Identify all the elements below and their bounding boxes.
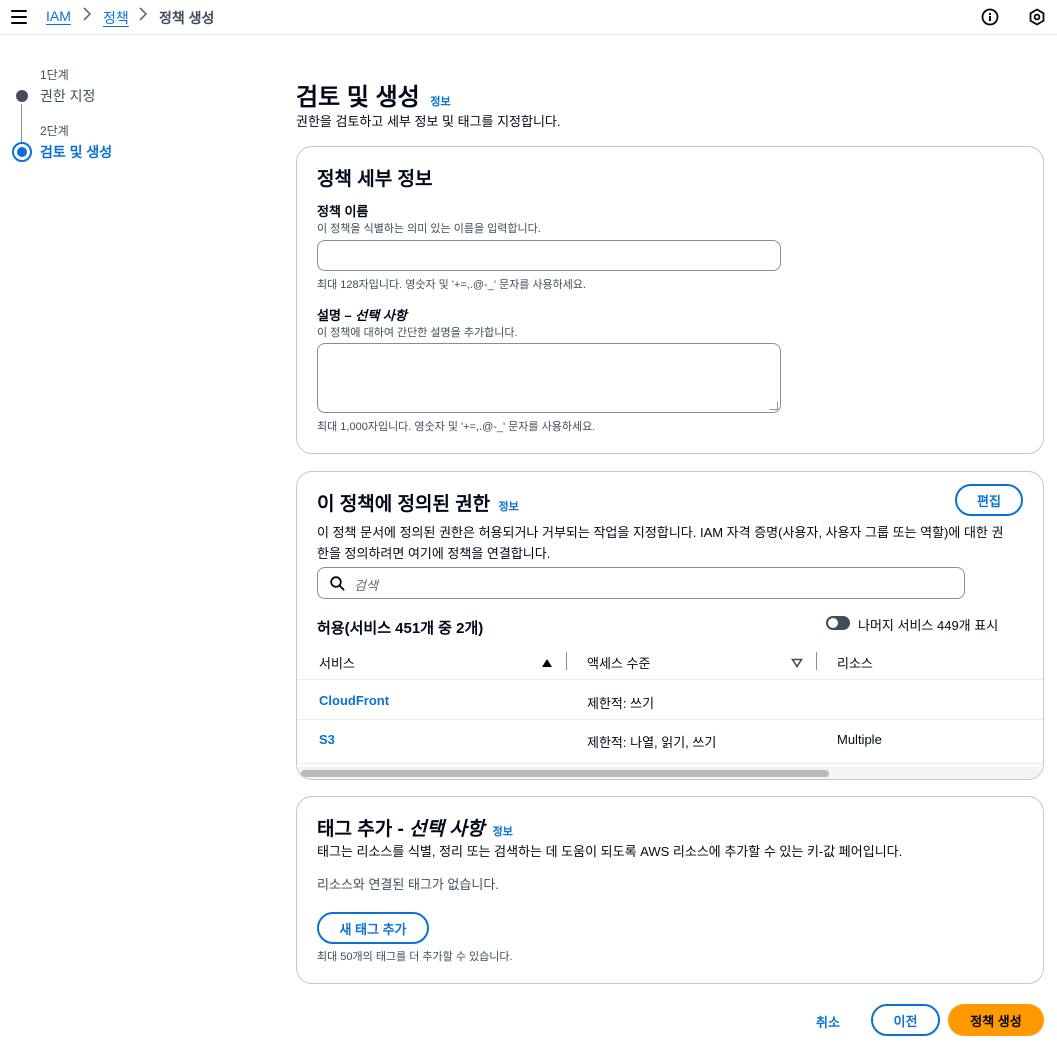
- add-tag-button[interactable]: 새 태그 추가: [317, 912, 429, 944]
- service-link-s3[interactable]: S3: [319, 732, 335, 747]
- search-icon: [330, 576, 345, 594]
- policy-name-label: 정책 이름: [317, 204, 369, 219]
- permissions-description-line-1: 이 정책 문서에 정의된 권한은 허용되거나 거부되는 작업을 지정합니다. I…: [317, 525, 1004, 540]
- breadcrumb-iam[interactable]: IAM: [46, 8, 71, 24]
- show-remaining-label: 나머지 서비스 449개 표시: [858, 618, 999, 633]
- search-input[interactable]: 검색: [317, 567, 965, 599]
- chevron-right-icon: [138, 7, 148, 24]
- description-optional-text: 선택 사항: [355, 308, 407, 323]
- column-divider[interactable]: [566, 652, 567, 670]
- description-label: 설명 – 선택 사항: [317, 305, 407, 324]
- breadcrumb-current: 정책 생성: [159, 10, 215, 26]
- step-1-label[interactable]: 권한 지정: [40, 86, 95, 106]
- column-divider[interactable]: [816, 652, 817, 670]
- settings-hexagon-icon[interactable]: [1028, 8, 1046, 26]
- resource-cell: Multiple: [837, 732, 882, 747]
- scrollbar-thumb[interactable]: [301, 770, 829, 777]
- page-title: 검토 및 생성 정보: [296, 77, 451, 112]
- topbar-divider: [0, 34, 1057, 35]
- top-navigation: IAM 정책 정책 생성: [0, 0, 1057, 34]
- edit-button[interactable]: 편집: [955, 484, 1023, 516]
- sort-ascending-icon[interactable]: [541, 656, 553, 671]
- permissions-title-text: 이 정책에 정의된 권한: [317, 494, 491, 515]
- tags-card: 태그 추가 - 선택 사항 정보 태그는 리소스를 식별, 정리 또는 검색하는…: [296, 796, 1044, 984]
- tags-description: 태그는 리소스를 식별, 정리 또는 검색하는 데 도움이 되도록 AWS 리소…: [317, 844, 903, 859]
- access-level-cell: 제한적: 쓰기: [587, 696, 655, 711]
- horizontal-scrollbar[interactable]: [297, 767, 1043, 779]
- policy-name-description: 이 정책을 식별하는 의미 있는 이름을 입력합니다.: [317, 223, 541, 235]
- tags-limit-hint: 최대 50개의 태그를 더 추가할 수 있습니다.: [317, 951, 513, 963]
- table-row-divider: [297, 763, 1043, 764]
- description-hint: 최대 1,000자입니다. 영숫자 및 '+=,.@-_' 문자를 사용하세요.: [317, 421, 596, 433]
- permissions-title: 이 정책에 정의된 권한 정보: [317, 489, 519, 516]
- step-2-label: 검토 및 생성: [40, 144, 113, 160]
- cancel-button[interactable]: 취소: [816, 1012, 840, 1031]
- info-circle-icon[interactable]: [981, 8, 999, 26]
- description-description: 이 정책에 대하여 간단한 설명을 추가합니다.: [317, 327, 518, 339]
- tags-empty-message: 리소스와 연결된 태그가 없습니다.: [317, 877, 499, 892]
- create-policy-button[interactable]: 정책 생성: [948, 1004, 1044, 1036]
- step-1-indicator: [16, 90, 28, 102]
- column-header-resource[interactable]: 리소스: [837, 653, 873, 672]
- step-2-number: 2단계: [40, 124, 69, 138]
- resize-handle-icon[interactable]: [770, 402, 778, 410]
- policy-name-hint: 최대 128자입니다. 영숫자 및 '+=,.@-_' 문자를 사용하세요.: [317, 279, 587, 291]
- column-header-access-level[interactable]: 액세스 수준: [587, 653, 650, 672]
- access-level-cell: 제한적: 나열, 읽기, 쓰기: [587, 735, 717, 750]
- chevron-right-icon: [82, 7, 92, 24]
- step-connector: [21, 104, 22, 144]
- allow-heading: 허용(서비스 451개 중 2개): [317, 620, 484, 637]
- show-remaining-toggle[interactable]: [826, 616, 850, 630]
- page-subtitle: 권한을 검토하고 세부 정보 및 태그를 지정합니다.: [296, 114, 561, 129]
- column-header-service[interactable]: 서비스: [319, 653, 355, 672]
- table-row-divider: [297, 719, 1043, 720]
- page-title-text: 검토 및 생성: [296, 84, 420, 111]
- policy-name-input[interactable]: [317, 240, 781, 271]
- step-2-indicator: [12, 142, 32, 162]
- permissions-card: 이 정책에 정의된 권한 정보 편집 이 정책 문서에 정의된 권한은 허용되거…: [296, 471, 1044, 780]
- permissions-description: 이 정책 문서에 정의된 권한은 허용되거나 거부되는 작업을 지정합니다. I…: [317, 522, 1027, 564]
- permissions-info-link[interactable]: 정보: [498, 501, 518, 513]
- page-info-link[interactable]: 정보: [430, 96, 450, 108]
- sort-descending-icon[interactable]: [791, 656, 803, 671]
- tags-title: 태그 추가 - 선택 사항 정보: [317, 814, 513, 841]
- policy-details-card: 정책 세부 정보 정책 이름 이 정책을 식별하는 의미 있는 이름을 입력합니…: [296, 146, 1044, 454]
- description-textarea[interactable]: [317, 343, 781, 413]
- search-placeholder: 검색: [354, 578, 378, 593]
- tags-title-text: 태그 추가 -: [317, 819, 410, 840]
- menu-icon[interactable]: [11, 10, 27, 24]
- tags-title-optional: 선택 사항: [409, 819, 485, 840]
- permissions-description-line-2: 한을 정의하려면 여기에 정책을 연결합니다.: [317, 546, 551, 561]
- breadcrumb-policies[interactable]: 정책: [103, 8, 129, 28]
- previous-button[interactable]: 이전: [871, 1004, 940, 1036]
- description-label-text: 설명 –: [317, 308, 356, 323]
- service-link-cloudfront[interactable]: CloudFront: [319, 693, 389, 708]
- policy-details-title: 정책 세부 정보: [317, 169, 433, 190]
- step-1-number: 1단계: [40, 68, 69, 82]
- table-header-divider: [297, 679, 1043, 680]
- tags-info-link[interactable]: 정보: [493, 826, 513, 838]
